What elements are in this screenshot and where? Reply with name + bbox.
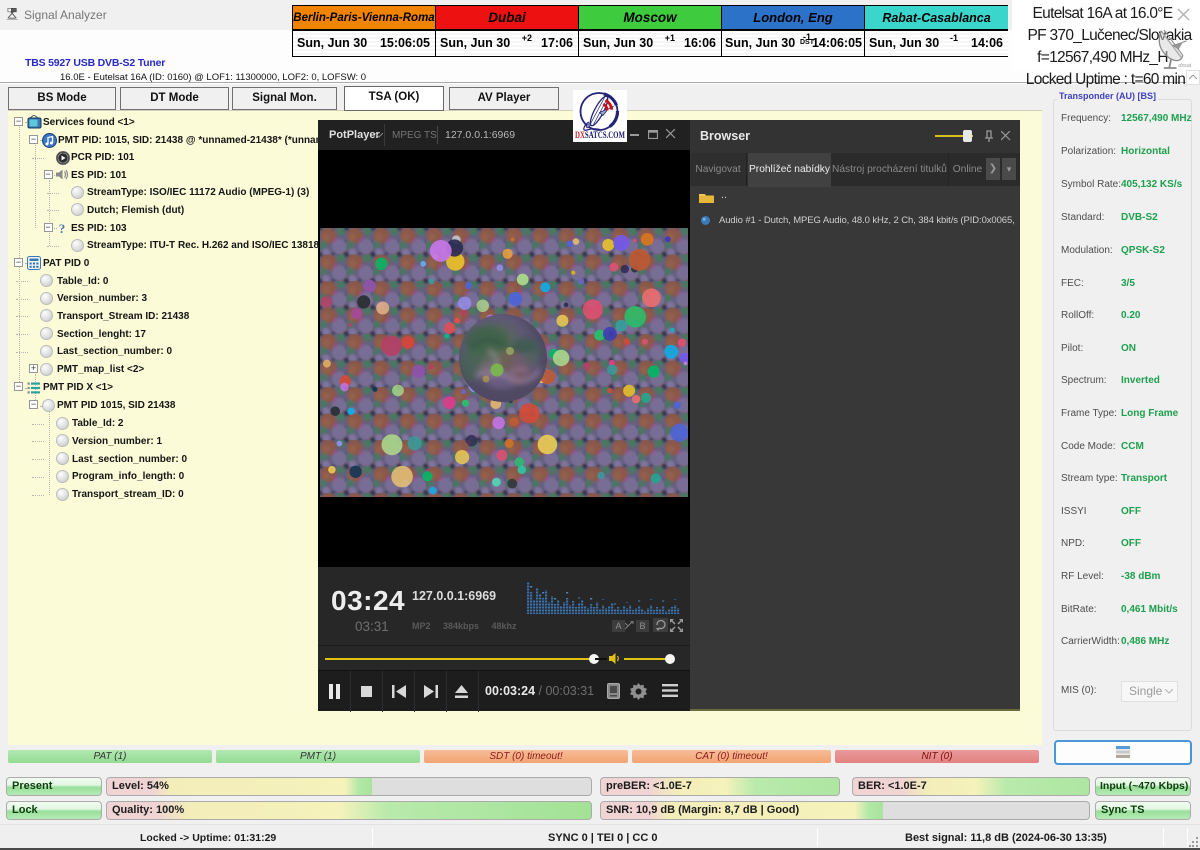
svg-text:DXSATCS.COM: DXSATCS.COM	[575, 131, 625, 141]
svg-text:dxsatcs: dxsatcs	[1178, 63, 1191, 69]
svg-text:?: ?	[59, 221, 66, 235]
